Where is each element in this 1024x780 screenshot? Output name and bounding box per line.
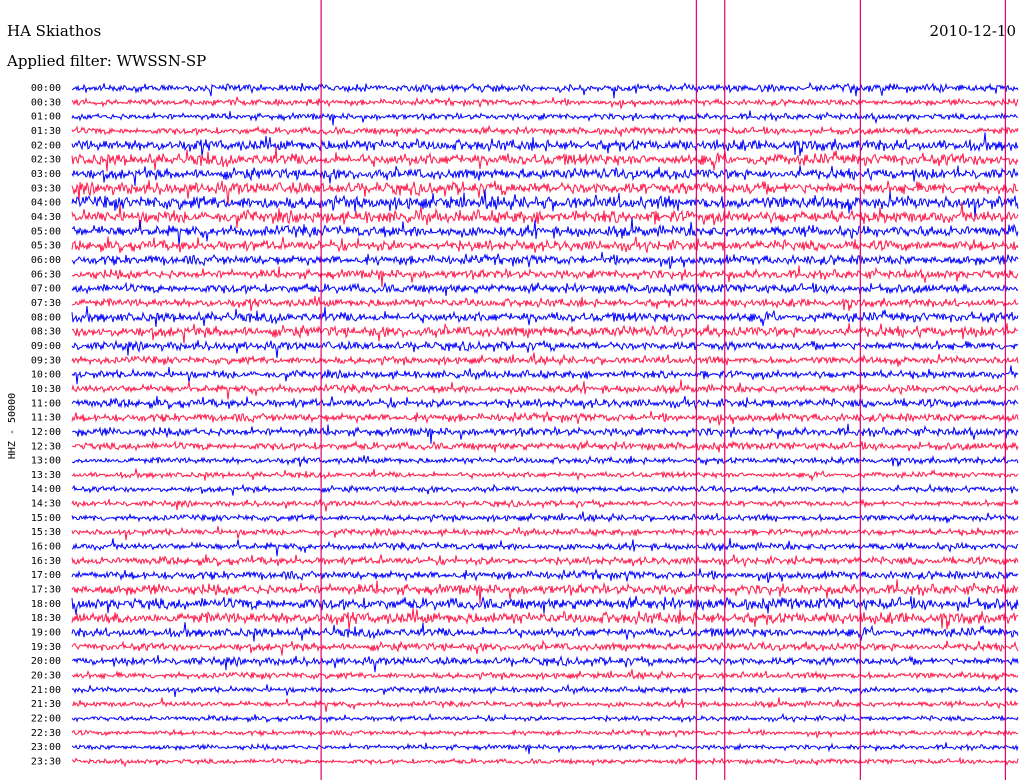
time-tick-label: 11:00 xyxy=(31,398,61,409)
time-tick-label: 13:30 xyxy=(31,470,61,481)
time-tick-label: 04:00 xyxy=(31,198,61,209)
time-tick-label: 12:00 xyxy=(31,427,61,438)
time-tick-label: 21:30 xyxy=(31,699,61,710)
time-tick-label: 07:00 xyxy=(31,284,61,295)
time-tick-label: 18:30 xyxy=(31,613,61,624)
time-tick-label: 19:00 xyxy=(31,628,61,639)
time-tick-label: 19:30 xyxy=(31,642,61,653)
time-tick-label: 05:00 xyxy=(31,226,61,237)
time-tick-label: 00:30 xyxy=(31,97,61,108)
time-tick-label: 02:00 xyxy=(31,140,61,151)
time-tick-label: 05:30 xyxy=(31,241,61,252)
time-tick-label: 09:30 xyxy=(31,355,61,366)
time-tick-label: 13:00 xyxy=(31,456,61,467)
time-tick-label: 03:00 xyxy=(31,169,61,180)
time-tick-label: 07:30 xyxy=(31,298,61,309)
time-tick-label: 03:30 xyxy=(31,183,61,194)
time-tick-label: 21:00 xyxy=(31,685,61,696)
time-tick-label: 04:30 xyxy=(31,212,61,223)
time-tick-label: 22:30 xyxy=(31,728,61,739)
time-tick-label: 15:00 xyxy=(31,513,61,524)
filter-label: Applied filter: WWSSN-SP xyxy=(6,52,206,70)
time-tick-label: 06:00 xyxy=(31,255,61,266)
time-tick-label: 23:30 xyxy=(31,757,61,768)
time-tick-label: 10:30 xyxy=(31,384,61,395)
time-tick-label: 11:30 xyxy=(31,413,61,424)
time-tick-label: 09:00 xyxy=(31,341,61,352)
time-tick-label: 08:00 xyxy=(31,312,61,323)
time-tick-label: 01:00 xyxy=(31,112,61,123)
time-tick-label: 16:30 xyxy=(31,556,61,567)
time-tick-label: 18:00 xyxy=(31,599,61,610)
time-tick-label: 23:00 xyxy=(31,742,61,753)
y-axis-label: HHZ - 50000 xyxy=(7,393,18,459)
time-tick-label: 17:00 xyxy=(31,570,61,581)
helicorder-plot: 00:00 00:30 01:00 01:30 02:00 02:30 03:00 03:30… xyxy=(0,0,1024,780)
time-tick-label: 16:00 xyxy=(31,542,61,553)
time-tick-label: 08:30 xyxy=(31,327,61,338)
time-tick-label: 15:30 xyxy=(31,527,61,538)
station-title: HA Skiathos xyxy=(7,22,101,40)
time-tick-label: 17:30 xyxy=(31,585,61,596)
time-tick-label: 10:00 xyxy=(31,370,61,381)
time-tick-label: 00:00 xyxy=(31,83,61,94)
time-tick-label: 14:30 xyxy=(31,499,61,510)
time-tick-label: 20:00 xyxy=(31,656,61,667)
time-tick-label: 06:30 xyxy=(31,269,61,280)
time-tick-label: 22:00 xyxy=(31,714,61,725)
time-tick-label: 12:30 xyxy=(31,441,61,452)
time-tick-label: 01:30 xyxy=(31,126,61,137)
time-tick-label: 20:30 xyxy=(31,671,61,682)
time-tick-label: 02:30 xyxy=(31,155,61,166)
helicorder-chart: 00:00 00:30 01:00 01:30 02:00 02:30 03:00 03:30… xyxy=(0,0,1024,780)
time-tick-label: 14:00 xyxy=(31,484,61,495)
date-label: 2010-12-10 xyxy=(930,22,1016,40)
